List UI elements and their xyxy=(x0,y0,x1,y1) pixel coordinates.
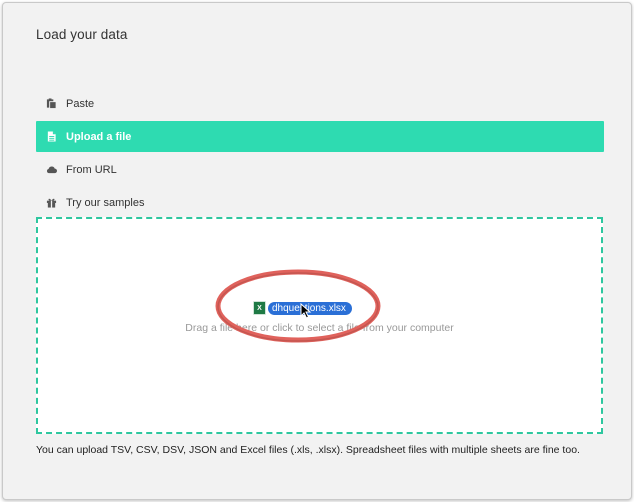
menu-item-label: Upload a file xyxy=(66,130,132,143)
upload-help-text: You can upload TSV, CSV, DSV, JSON and E… xyxy=(36,444,580,456)
mouse-cursor-icon xyxy=(300,303,312,319)
gift-icon xyxy=(45,197,57,209)
menu-item-paste[interactable]: Paste xyxy=(36,88,604,119)
excel-file-icon: X xyxy=(253,301,266,315)
source-menu: Paste Upload a file From URL Try our sam… xyxy=(36,88,604,220)
menu-item-label: Try our samples xyxy=(66,196,145,209)
menu-item-from-url[interactable]: From URL xyxy=(36,154,604,185)
dropzone-instruction: Drag a file here or click to select a fi… xyxy=(185,322,454,334)
file-icon xyxy=(45,131,57,143)
menu-item-label: Paste xyxy=(66,97,95,110)
file-dropzone[interactable]: X dhquestions.xlsx Drag a file here or c… xyxy=(36,217,603,434)
paste-icon xyxy=(45,98,57,110)
menu-item-label: From URL xyxy=(66,163,117,176)
dialog-panel: Load your data Paste Upload a file From … xyxy=(2,2,632,500)
menu-item-try-samples[interactable]: Try our samples xyxy=(36,187,604,218)
cloud-icon xyxy=(45,164,57,176)
page-title: Load your data xyxy=(36,27,128,42)
menu-item-upload-file[interactable]: Upload a file xyxy=(36,121,604,152)
